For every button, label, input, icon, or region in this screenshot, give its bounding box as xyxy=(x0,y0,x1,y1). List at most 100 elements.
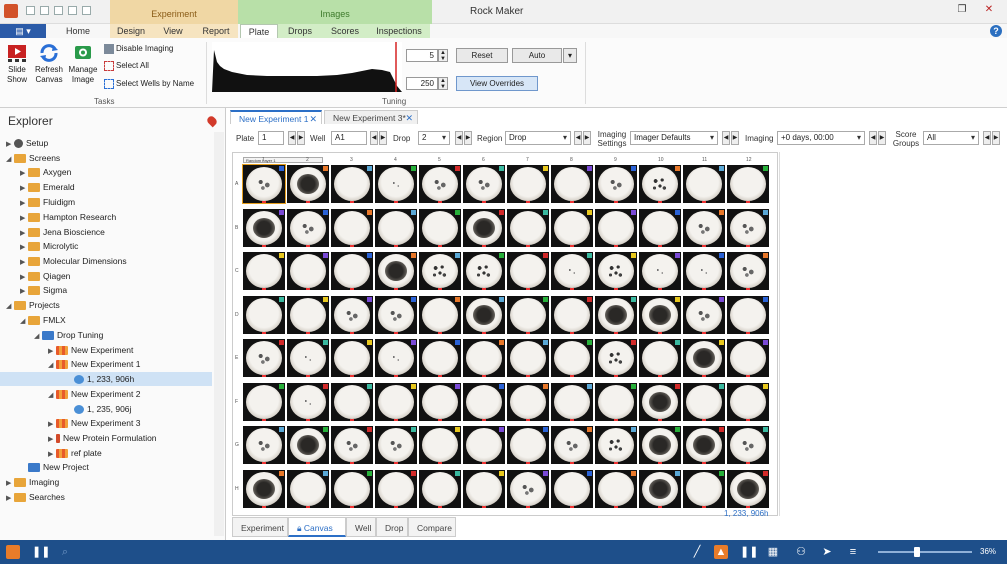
paste-icon[interactable] xyxy=(82,6,91,15)
well-image[interactable] xyxy=(331,295,373,334)
well-image[interactable] xyxy=(463,426,505,464)
well-image[interactable] xyxy=(507,252,549,290)
well-image[interactable] xyxy=(375,426,417,464)
tab-design[interactable]: Design xyxy=(110,24,152,38)
tuning-low-input[interactable]: 5 xyxy=(406,49,438,62)
row-header[interactable]: B xyxy=(235,225,238,231)
slide-show-button[interactable]: Slide Show xyxy=(2,42,32,85)
well-image[interactable] xyxy=(287,252,329,290)
well-image[interactable] xyxy=(683,382,725,421)
column-header[interactable]: 1 xyxy=(262,157,265,163)
auto-button[interactable]: Auto xyxy=(512,48,562,63)
plate-next-button[interactable]: ▶ xyxy=(297,131,305,145)
tree-item-axygen[interactable]: ▶ Axygen xyxy=(20,165,71,179)
well-image[interactable] xyxy=(595,426,637,464)
well-image[interactable] xyxy=(419,208,461,247)
two-column-icon[interactable]: ❚❚ xyxy=(740,545,758,559)
well-image[interactable] xyxy=(507,165,549,203)
well-image[interactable] xyxy=(595,295,637,334)
tree-item-fmlx[interactable]: ◢ FMLX xyxy=(20,313,66,327)
tree-item-molecular-dimensions[interactable]: ▶ Molecular Dimensions xyxy=(20,254,127,268)
well-image[interactable] xyxy=(639,208,681,247)
doc-tab-new-experiment-3[interactable]: New Experiment 3* ✕ xyxy=(324,110,418,124)
tree-item-qiagen[interactable]: ▶ Qiagen xyxy=(20,269,70,283)
well-image[interactable] xyxy=(463,295,505,334)
explorer-scrollbar[interactable] xyxy=(214,132,224,536)
well-image[interactable] xyxy=(419,469,461,508)
imaging-settings-select[interactable]: Imager Defaults xyxy=(630,131,718,145)
well-image[interactable] xyxy=(507,469,549,508)
well-image[interactable] xyxy=(507,426,549,464)
well-prev-button[interactable]: ◀ xyxy=(370,131,378,145)
view-tab-drop[interactable]: Drop xyxy=(376,517,408,537)
drop-select[interactable]: 2 xyxy=(418,131,450,145)
score-groups-prev-button[interactable]: ◀ xyxy=(983,131,991,145)
view-tab-well[interactable]: Well xyxy=(346,517,376,537)
well-image[interactable] xyxy=(375,339,417,377)
well-image[interactable] xyxy=(287,469,329,508)
view-tab-experiment[interactable]: Experiment xyxy=(232,517,288,537)
doc-tab-new-experiment-1[interactable]: New Experiment 1 ✕ xyxy=(230,110,322,124)
well-image[interactable] xyxy=(243,339,285,377)
well-image[interactable] xyxy=(419,339,461,377)
well-image[interactable] xyxy=(243,426,285,464)
well-image[interactable] xyxy=(331,339,373,377)
well-image[interactable] xyxy=(551,208,593,247)
tuning-histogram[interactable] xyxy=(212,42,402,92)
select-wells-by-name-button[interactable]: Select Wells by Name xyxy=(104,77,194,90)
tree-item-new-project[interactable]: New Project xyxy=(20,460,89,474)
tree-item-searches[interactable]: ▶ Searches xyxy=(6,490,65,504)
well-image[interactable] xyxy=(595,339,637,377)
tree-item-projects[interactable]: ◢ Projects xyxy=(6,298,60,312)
well-image[interactable] xyxy=(595,208,637,247)
well-image[interactable] xyxy=(287,426,329,464)
open-icon[interactable] xyxy=(40,6,49,15)
well-image[interactable] xyxy=(551,469,593,508)
imaging-next-button[interactable]: ▶ xyxy=(878,131,886,145)
well-image[interactable] xyxy=(727,469,769,508)
well-image[interactable] xyxy=(683,165,725,203)
tab-plate[interactable]: Plate xyxy=(240,24,278,38)
reset-button[interactable]: Reset xyxy=(456,48,508,63)
well-image[interactable] xyxy=(243,469,285,508)
well-image[interactable] xyxy=(331,382,373,421)
well-image[interactable] xyxy=(331,252,373,290)
tuning-high-input[interactable]: 250 xyxy=(406,77,438,90)
select-all-button[interactable]: Select All xyxy=(104,59,149,72)
well-image[interactable] xyxy=(463,208,505,247)
tree-item-new-protein-formulation[interactable]: ▶ New Protein Formulation xyxy=(48,431,157,445)
well-image[interactable] xyxy=(551,165,593,203)
columns-icon[interactable]: ❚❚ xyxy=(32,545,50,559)
well-image[interactable] xyxy=(419,252,461,290)
binoculars-icon[interactable]: ⚇ xyxy=(794,545,808,559)
well-image[interactable] xyxy=(551,382,593,421)
column-header[interactable]: 2 xyxy=(306,157,309,163)
well-image[interactable] xyxy=(287,382,329,421)
well-image[interactable] xyxy=(683,426,725,464)
well-image[interactable] xyxy=(551,295,593,334)
cut-icon[interactable] xyxy=(54,6,63,15)
close-window-icon[interactable]: ✕ xyxy=(982,3,996,17)
tab-scores[interactable]: Scores xyxy=(322,24,368,38)
well-image[interactable] xyxy=(243,295,285,334)
well-image[interactable] xyxy=(375,252,417,290)
row-header[interactable]: A xyxy=(235,181,238,187)
plate-input[interactable]: 1 xyxy=(258,131,284,145)
well-image[interactable] xyxy=(507,208,549,247)
well-image[interactable] xyxy=(639,295,681,334)
well-image[interactable] xyxy=(727,382,769,421)
well-image[interactable] xyxy=(507,339,549,377)
well-image[interactable] xyxy=(242,164,286,204)
tree-item-imaging[interactable]: ▶ Imaging xyxy=(6,475,59,489)
well-image[interactable] xyxy=(463,339,505,377)
column-header[interactable]: 7 xyxy=(526,157,529,163)
score-groups-next-button[interactable]: ▶ xyxy=(992,131,1000,145)
zoom-slider-thumb[interactable] xyxy=(914,547,920,557)
tuning-high-stepper[interactable]: ▲ ▼ xyxy=(438,77,448,90)
tree-item-hampton-research[interactable]: ▶ Hampton Research xyxy=(20,210,116,224)
well-image[interactable] xyxy=(507,295,549,334)
well-image[interactable] xyxy=(375,208,417,247)
well-image[interactable] xyxy=(595,469,637,508)
well-image[interactable] xyxy=(331,165,373,203)
well-image[interactable] xyxy=(243,208,285,247)
